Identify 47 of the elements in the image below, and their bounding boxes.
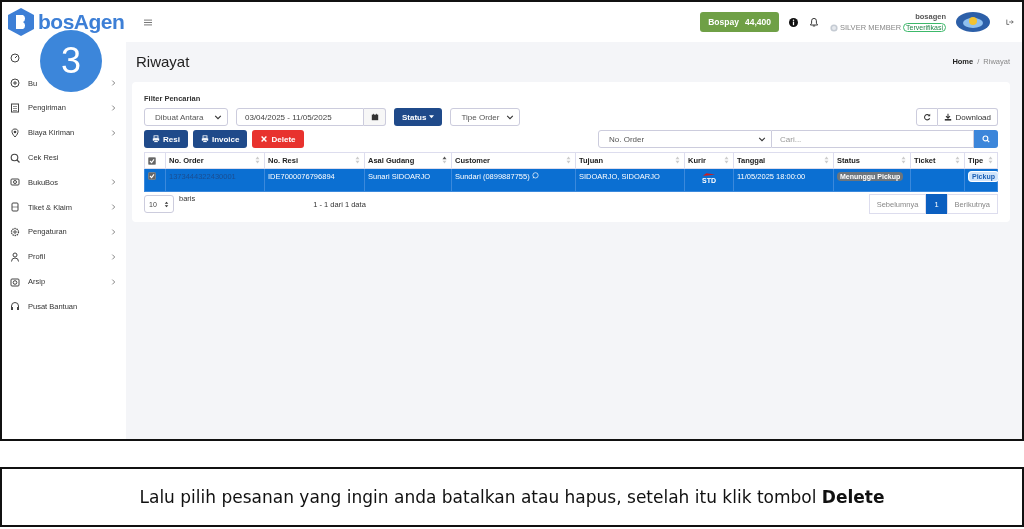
logout-icon	[1006, 18, 1014, 26]
print-button[interactable]: Resi	[144, 130, 188, 148]
camera-icon	[10, 276, 20, 287]
download-icon	[944, 113, 953, 121]
status-dropdown-button[interactable]: Status	[394, 108, 443, 126]
balance-label: Bospay	[708, 17, 739, 27]
medal-icon	[829, 23, 838, 32]
search-button[interactable]	[974, 130, 998, 148]
chevron-down-icon	[214, 114, 222, 120]
caret-icon	[429, 115, 435, 119]
download-button[interactable]: Download	[938, 108, 998, 126]
checked-checkbox-icon[interactable]	[148, 172, 156, 180]
refresh-icon	[923, 113, 932, 121]
refresh-button[interactable]	[916, 108, 939, 126]
caption-text: Lalu pilih pesanan yang ingin anda batalkan atau hapus, setelah itu klik tombol Delete	[139, 487, 885, 507]
info-icon	[788, 17, 798, 27]
location-pin-icon	[10, 127, 20, 138]
list-icon	[10, 103, 20, 113]
user-icon	[10, 251, 20, 262]
balance-amount: 44,400	[744, 17, 771, 27]
checked-checkbox-icon[interactable]	[148, 156, 156, 165]
page-title: Riwayat	[136, 52, 190, 70]
settings-icon	[10, 226, 20, 237]
chevron-down-icon	[506, 114, 515, 120]
order-type-select[interactable]: Tipe Order	[450, 108, 521, 126]
delete-button[interactable]: Delete	[252, 130, 304, 148]
print-button[interactable]: Invoice	[192, 130, 248, 148]
calendar-icon	[370, 113, 379, 121]
avatar-icon	[956, 12, 990, 32]
date-type-select[interactable]: Dibuat Antara	[144, 108, 228, 126]
search-field-select[interactable]: No. Order	[598, 130, 772, 148]
chevron-down-icon	[758, 136, 766, 142]
search-field[interactable]: Cari...	[772, 130, 974, 148]
printer-icon	[152, 135, 160, 143]
headset-icon	[10, 301, 20, 312]
courier-logo-icon	[702, 172, 716, 177]
search-icon	[982, 135, 990, 143]
spinner-arrows-icon	[164, 200, 169, 208]
menu-icon	[144, 18, 152, 26]
calendar-button[interactable]	[364, 108, 386, 126]
search-icon	[10, 152, 20, 163]
chat-bubble-icon	[531, 172, 539, 179]
printer-icon	[200, 135, 209, 143]
x-icon	[260, 135, 269, 143]
bell-icon	[807, 16, 820, 28]
date-range-field[interactable]: 03/04/2025 - 11/05/2025	[236, 108, 364, 126]
logo-icon	[6, 7, 36, 37]
